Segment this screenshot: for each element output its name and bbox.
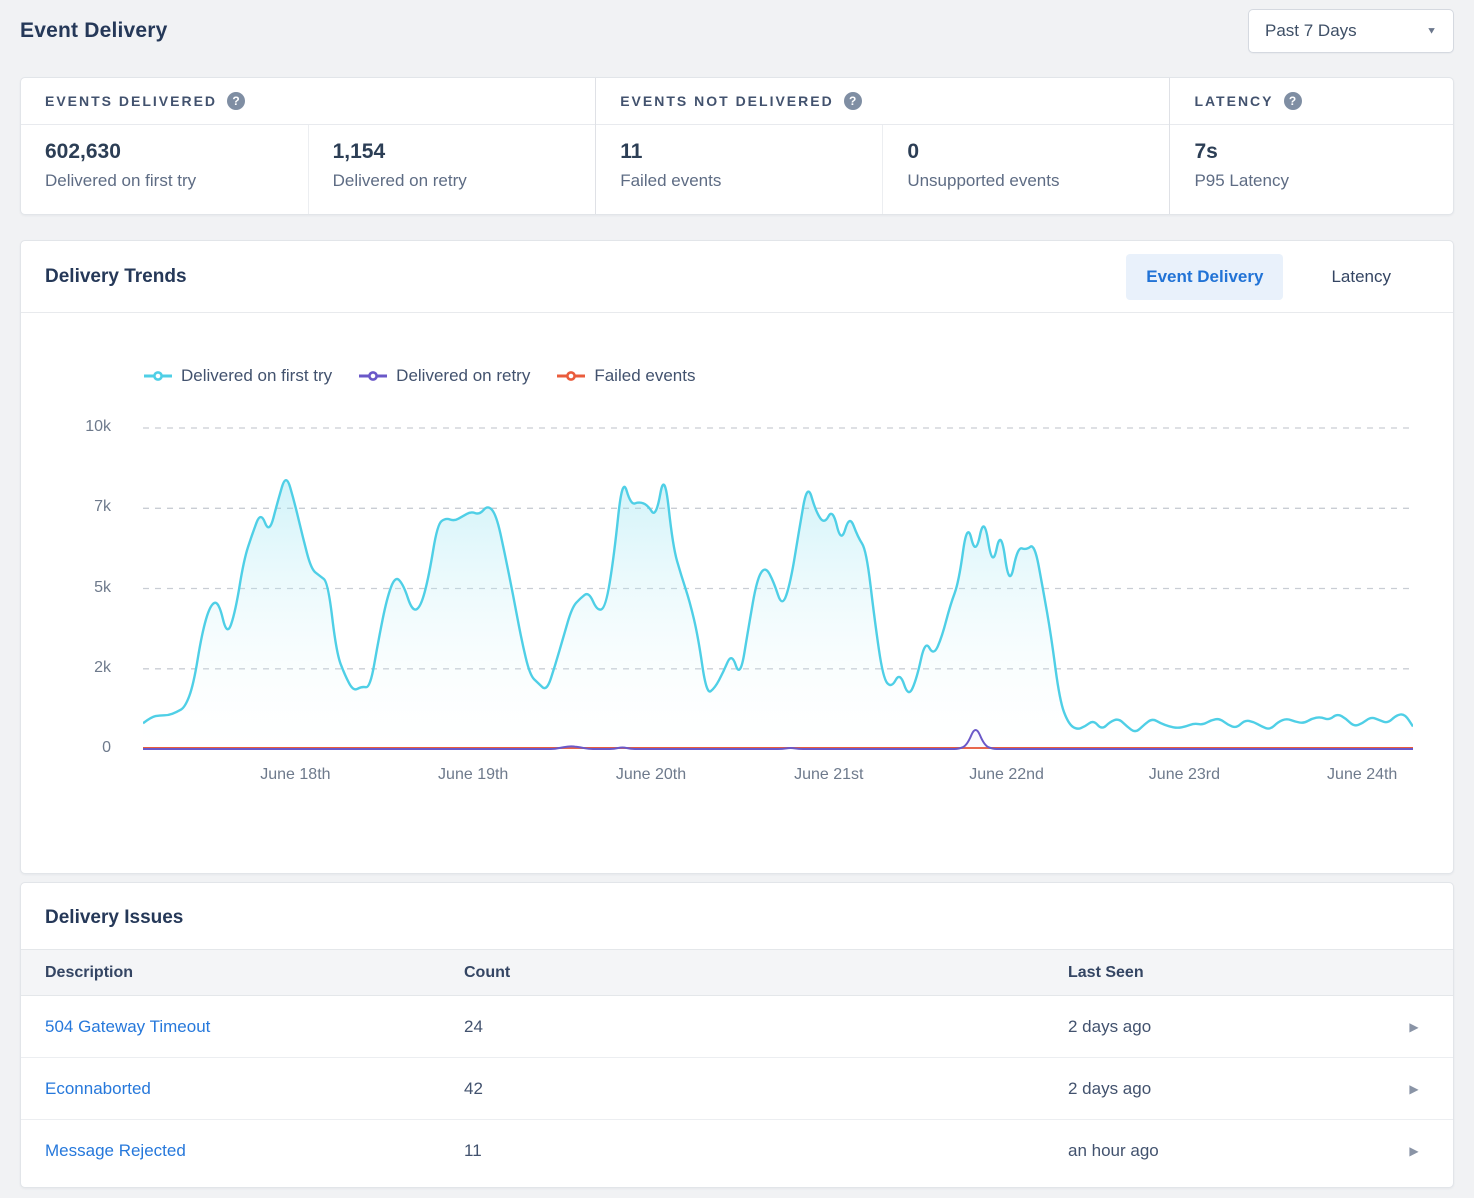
stat-value: 0 — [907, 140, 1169, 164]
stat-cells: 602,630 Delivered on first try 1,154 Delive… — [21, 125, 595, 214]
x-tick-label: June 19th — [403, 766, 543, 784]
column-count: Count — [464, 964, 1068, 982]
column-description: Description — [45, 964, 464, 982]
trends-header: Delivery Trends Event Delivery Latency — [21, 241, 1453, 313]
stat-cell: 11 Failed events — [596, 125, 882, 214]
help-icon[interactable]: ? — [227, 92, 245, 110]
stat-group-header: EVENTS NOT DELIVERED? — [596, 78, 1169, 125]
issue-row[interactable]: Message Rejected11an hour ago▶ — [21, 1120, 1453, 1182]
legend-item-failed-events[interactable]: Failed events — [556, 366, 695, 386]
issue-description-link[interactable]: 504 Gateway Timeout — [45, 1017, 464, 1037]
issue-row[interactable]: Econnaborted422 days ago▶ — [21, 1058, 1453, 1120]
issue-description-link[interactable]: Message Rejected — [45, 1141, 464, 1161]
stat-label: P95 Latency — [1194, 171, 1453, 191]
legend-label: Failed events — [594, 366, 695, 386]
stat-group-header: EVENTS DELIVERED? — [21, 78, 595, 125]
stat-cell: 0 Unsupported events — [882, 125, 1169, 214]
stat-value: 11 — [620, 140, 882, 164]
legend-item-delivered-on-retry[interactable]: Delivered on retry — [358, 366, 530, 386]
x-tick-label: June 18th — [225, 766, 365, 784]
chevron-right-icon[interactable]: ▶ — [1399, 1144, 1429, 1158]
issues-table-body: 504 Gateway Timeout242 days ago▶Econnabo… — [21, 996, 1453, 1182]
chevron-right-icon[interactable]: ▶ — [1399, 1020, 1429, 1034]
help-icon[interactable]: ? — [1284, 92, 1302, 110]
x-tick-label: June 24th — [1292, 766, 1432, 784]
legend-label: Delivered on retry — [396, 366, 530, 386]
topbar: Event Delivery Past 7 Days ▼ — [20, 6, 1454, 56]
issue-count: 11 — [464, 1141, 1068, 1161]
stat-group-2: LATENCY? 7s P95 Latency — [1169, 78, 1453, 214]
legend-marker-icon — [556, 370, 586, 382]
y-tick-label: 2k — [94, 659, 111, 677]
stat-label: Failed events — [620, 171, 882, 191]
x-tick-label: June 20th — [581, 766, 721, 784]
stat-label: Delivered on retry — [333, 171, 596, 191]
delivery-issues-card: Delivery Issues Description Count Last S… — [20, 882, 1454, 1188]
legend-marker-icon — [143, 370, 173, 382]
y-axis: 02k5k7k10k — [21, 425, 143, 752]
issue-last-seen: 2 days ago — [1068, 1017, 1399, 1037]
issues-title: Delivery Issues — [45, 907, 1429, 929]
stat-group-label: EVENTS NOT DELIVERED — [620, 93, 833, 109]
delivery-trends-card: Delivery Trends Event Delivery Latency De… — [20, 240, 1454, 874]
legend-label: Delivered on first try — [181, 366, 332, 386]
tab-event-delivery[interactable]: Event Delivery — [1126, 254, 1283, 300]
issues-table-header: Description Count Last Seen — [21, 949, 1453, 996]
issue-row[interactable]: 504 Gateway Timeout242 days ago▶ — [21, 996, 1453, 1058]
issue-description-link[interactable]: Econnaborted — [45, 1079, 464, 1099]
stat-cells: 7s P95 Latency — [1170, 125, 1453, 214]
stat-cell: 1,154 Delivered on retry — [308, 125, 596, 214]
tab-latency[interactable]: Latency — [1311, 254, 1411, 300]
trends-tab-group: Event Delivery Latency — [1126, 254, 1411, 300]
help-icon[interactable]: ? — [844, 92, 862, 110]
y-tick-label: 10k — [85, 418, 111, 436]
y-tick-label: 7k — [94, 498, 111, 516]
issue-count: 42 — [464, 1079, 1068, 1099]
issue-last-seen: an hour ago — [1068, 1141, 1399, 1161]
trends-title: Delivery Trends — [45, 266, 187, 288]
stats-summary-card: EVENTS DELIVERED? 602,630 Delivered on fir… — [20, 77, 1454, 215]
x-tick-label: June 21st — [759, 766, 899, 784]
stat-cell: 602,630 Delivered on first try — [21, 125, 308, 214]
stat-cell: 7s P95 Latency — [1170, 125, 1453, 214]
stat-label: Delivered on first try — [45, 171, 308, 191]
trends-chart-svg — [143, 425, 1413, 752]
stat-group-header: LATENCY? — [1170, 78, 1453, 125]
page-title: Event Delivery — [20, 19, 168, 43]
time-range-value: Past 7 Days — [1265, 21, 1357, 41]
stat-cells: 11 Failed events 0 Unsupported events — [596, 125, 1169, 214]
x-tick-label: June 22nd — [937, 766, 1077, 784]
chart-legend: Delivered on first try Delivered on retry… — [143, 363, 1453, 389]
column-last-seen: Last Seen — [1068, 964, 1399, 982]
y-tick-label: 0 — [102, 739, 111, 757]
chart-area: 02k5k7k10k June 18thJune 19thJune 20thJu… — [21, 425, 1453, 805]
legend-marker-icon — [358, 370, 388, 382]
stat-group-label: EVENTS DELIVERED — [45, 93, 217, 109]
stat-group-1: EVENTS NOT DELIVERED? 11 Failed events 0 Uns… — [595, 78, 1169, 214]
page: Event Delivery Past 7 Days ▼ EVENTS DELI… — [0, 0, 1474, 1188]
y-tick-label: 5k — [94, 579, 111, 597]
issue-last-seen: 2 days ago — [1068, 1079, 1399, 1099]
stat-label: Unsupported events — [907, 171, 1169, 191]
stat-group-label: LATENCY — [1194, 93, 1273, 109]
trends-chart — [143, 425, 1413, 752]
stat-group-0: EVENTS DELIVERED? 602,630 Delivered on fir… — [21, 78, 595, 214]
chevron-down-icon: ▼ — [1426, 26, 1437, 36]
x-axis: June 18th June 19th June 20th June 21st June… — [143, 766, 1413, 790]
stat-value: 1,154 — [333, 140, 596, 164]
series-area-first-try — [143, 480, 1413, 749]
x-tick-label: June 23rd — [1114, 766, 1254, 784]
stat-value: 602,630 — [45, 140, 308, 164]
time-range-dropdown[interactable]: Past 7 Days ▼ — [1248, 9, 1454, 53]
chevron-right-icon[interactable]: ▶ — [1399, 1082, 1429, 1096]
stat-value: 7s — [1194, 140, 1453, 164]
issue-count: 24 — [464, 1017, 1068, 1037]
legend-item-delivered-on-first-try[interactable]: Delivered on first try — [143, 366, 332, 386]
